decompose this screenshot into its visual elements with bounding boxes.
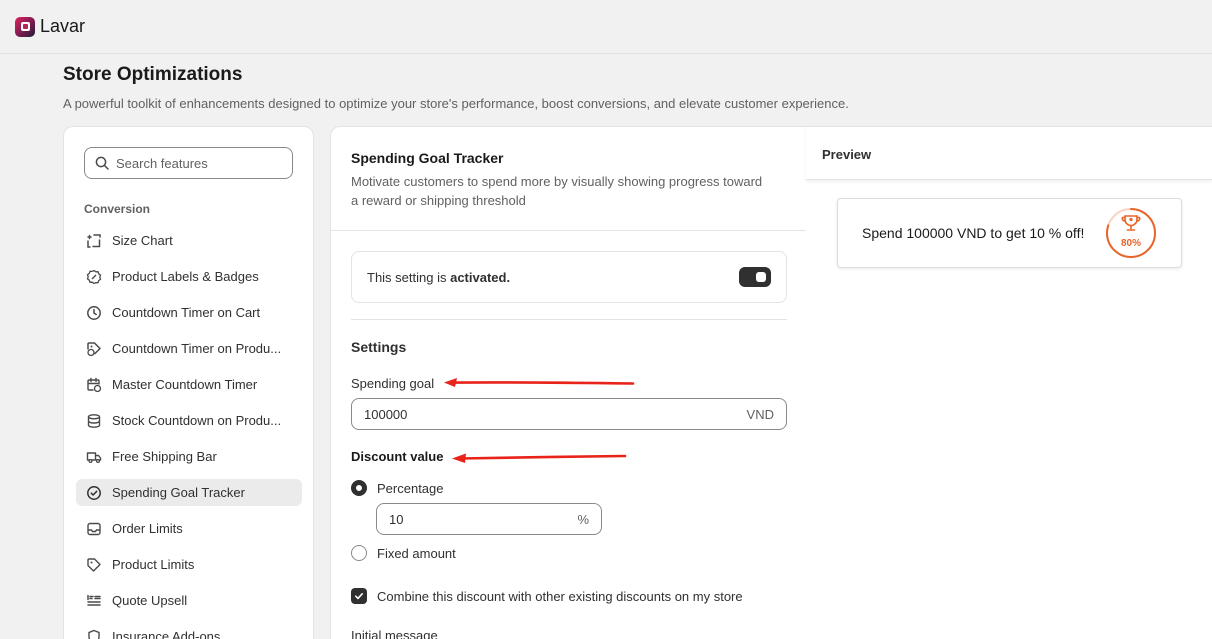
calendar-clock-icon xyxy=(86,377,102,393)
sidebar-item-master-countdown[interactable]: Master Countdown Timer xyxy=(76,371,302,398)
radio-percentage[interactable]: Percentage xyxy=(351,480,444,496)
spending-goal-input[interactable] xyxy=(364,406,692,422)
badge-icon xyxy=(86,269,102,285)
status-value: activated. xyxy=(450,269,511,285)
list-icon xyxy=(86,593,102,609)
feature-nav: Size Chart Product Labels & Badges Count… xyxy=(76,227,302,639)
divider xyxy=(331,230,807,231)
sidebar-item-insurance[interactable]: Insurance Add-ons xyxy=(76,623,302,639)
status-text: This setting is activated. xyxy=(367,270,510,285)
truck-icon xyxy=(86,449,102,465)
sidebar-item-quote-upsell[interactable]: Quote Upsell xyxy=(76,587,302,614)
search-box[interactable] xyxy=(84,147,293,179)
search-icon xyxy=(95,156,109,170)
feature-description: Motivate customers to spend more by visu… xyxy=(351,174,763,208)
sidebar-item-label: Countdown Timer on Produ... xyxy=(112,341,282,356)
percent-suffix: % xyxy=(577,511,589,527)
initial-message-label: Initial message xyxy=(351,628,438,639)
check-circle-icon xyxy=(86,485,102,501)
sidebar-item-label: Free Shipping Bar xyxy=(112,449,217,464)
sidebar-item-label: Product Labels & Badges xyxy=(112,269,259,284)
sidebar-item-free-shipping[interactable]: Free Shipping Bar xyxy=(76,443,302,470)
sidebar-item-label: Master Countdown Timer xyxy=(112,377,258,392)
app-logo-icon xyxy=(15,16,35,37)
sidebar-item-label: Product Limits xyxy=(112,557,195,572)
preview-header: Preview xyxy=(806,126,1212,180)
inbox-icon xyxy=(86,521,102,537)
sidebar-item-label: Stock Countdown on Produ... xyxy=(112,413,282,428)
page-title: Store Optimizations xyxy=(63,64,243,85)
shield-icon xyxy=(86,629,102,639)
top-bar: Lavar xyxy=(0,0,1212,54)
checkbox-checked[interactable] xyxy=(351,588,367,604)
percentage-input[interactable] xyxy=(389,511,549,527)
preview-pane: Preview Spend 100000 VND to get 10 % off… xyxy=(806,126,1212,639)
feature-title: Spending Goal Tracker xyxy=(351,150,504,166)
radio-label: Percentage xyxy=(377,480,444,496)
sidebar-item-label: Insurance Add-ons xyxy=(112,629,221,639)
progress-circle: 80% xyxy=(1104,206,1158,260)
sidebar-item-spending-goal[interactable]: Spending Goal Tracker xyxy=(76,479,302,506)
page-subtitle: A powerful toolkit of enhancements desig… xyxy=(63,96,849,111)
section-label-conversion: Conversion xyxy=(84,202,151,216)
settings-heading: Settings xyxy=(351,339,407,355)
sidebar-item-label: Spending Goal Tracker xyxy=(112,485,245,500)
sidebar-item-label: Quote Upsell xyxy=(112,593,188,608)
sidebar-item-label: Size Chart xyxy=(112,233,173,248)
divider xyxy=(351,319,787,320)
spending-goal-preview-widget: Spend 100000 VND to get 10 % off! 80% xyxy=(837,198,1182,268)
discount-value-label: Discount value xyxy=(351,449,444,464)
radio-label: Fixed amount xyxy=(377,545,456,561)
preview-message: Spend 100000 VND to get 10 % off! xyxy=(862,225,1085,241)
tag-clock-icon xyxy=(86,341,102,357)
activation-status-box: This setting is activated. xyxy=(351,251,787,303)
search-input[interactable] xyxy=(116,155,286,171)
radio-button-checked[interactable] xyxy=(351,480,367,496)
sidebar-item-label: Countdown Timer on Cart xyxy=(112,305,261,320)
annotation-arrow-spending-goal xyxy=(444,378,635,387)
ruler-icon xyxy=(86,233,102,249)
feature-sidebar: Conversion Size Chart Product Labels & B… xyxy=(63,126,314,639)
sidebar-item-order-limits[interactable]: Order Limits xyxy=(76,515,302,542)
database-icon xyxy=(86,413,102,429)
status-prefix: This setting is xyxy=(367,269,451,285)
activation-toggle[interactable] xyxy=(739,267,771,287)
radio-button[interactable] xyxy=(351,545,367,561)
sidebar-item-size-chart[interactable]: Size Chart xyxy=(76,227,302,254)
sidebar-item-countdown-cart[interactable]: Countdown Timer on Cart xyxy=(76,299,302,326)
annotation-arrow-discount-value xyxy=(452,453,627,463)
sidebar-item-label: Order Limits xyxy=(112,521,183,536)
spending-goal-label: Spending goal xyxy=(351,376,435,391)
sidebar-item-product-labels[interactable]: Product Labels & Badges xyxy=(76,263,302,290)
percentage-field[interactable]: % xyxy=(376,503,602,535)
progress-percent: 80% xyxy=(1120,238,1141,249)
sidebar-item-countdown-product[interactable]: Countdown Timer on Produ... xyxy=(76,335,302,362)
combine-discount-checkbox-row[interactable]: Combine this discount with other existin… xyxy=(351,588,743,604)
currency-suffix: VND xyxy=(746,406,774,422)
tag-icon xyxy=(86,557,102,573)
clock-icon xyxy=(86,305,102,321)
checkbox-label: Combine this discount with other existin… xyxy=(377,588,743,604)
preview-title: Preview xyxy=(822,147,872,162)
sidebar-item-product-limits[interactable]: Product Limits xyxy=(76,551,302,578)
checkmark-icon xyxy=(355,593,363,600)
spending-goal-field[interactable]: VND xyxy=(351,398,787,430)
app-name: Lavar xyxy=(40,16,86,36)
sidebar-item-stock-countdown[interactable]: Stock Countdown on Produ... xyxy=(76,407,302,434)
radio-fixed-amount[interactable]: Fixed amount xyxy=(351,545,456,561)
